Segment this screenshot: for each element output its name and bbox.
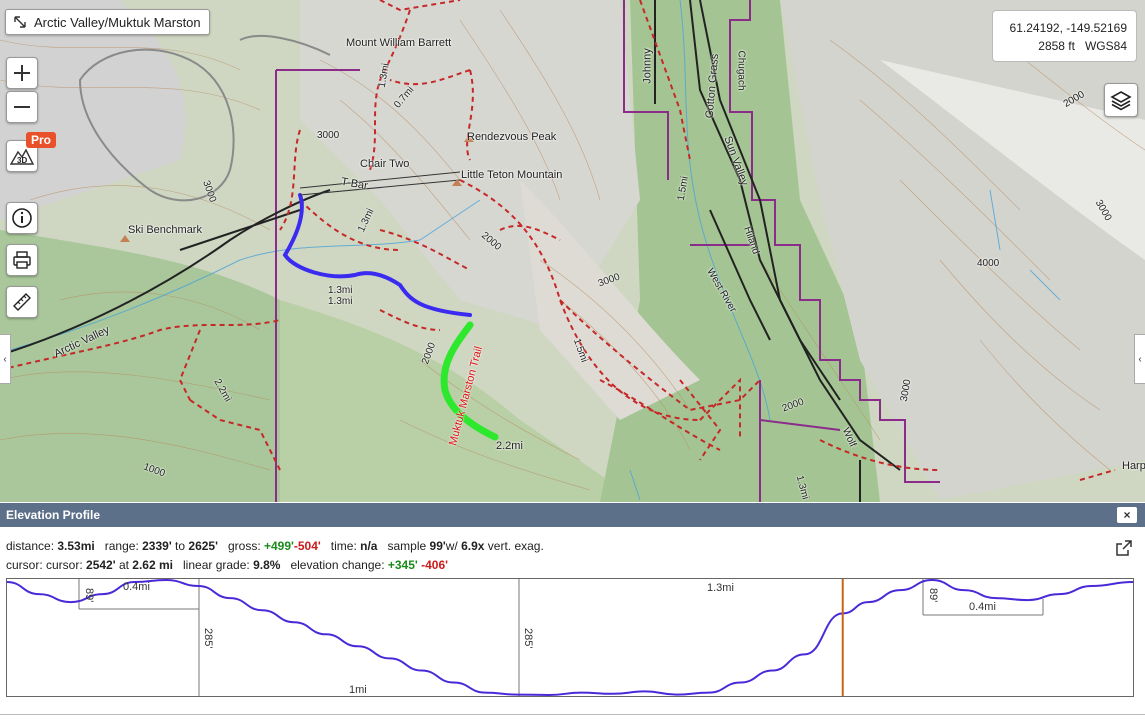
close-icon: ×	[1123, 508, 1131, 522]
elevation-profile-title: Elevation Profile	[6, 508, 101, 522]
profile-stats-line2: cursor: cursor: 2542' at 2.62 mi linear …	[6, 558, 448, 572]
label-johnny: Johnny	[641, 48, 654, 84]
cursor-label: cursor: cursor:	[6, 558, 83, 572]
minus-icon	[14, 106, 30, 108]
distance-value: 3.53mi	[57, 539, 95, 553]
chevron-left-icon: ‹	[3, 353, 7, 365]
vertical-label-2: 285'	[202, 628, 214, 649]
map-title: Arctic Valley/Muktuk Marston	[34, 14, 201, 30]
profile-stats-line1: distance: 3.53mi range: 2339' to 2625' g…	[6, 539, 544, 553]
segment-label-c: 1.3mi	[707, 582, 734, 594]
vertical-label-1: 89'	[83, 588, 95, 603]
zoom-in-button[interactable]	[6, 57, 38, 89]
range-to: to	[175, 539, 186, 553]
grade-label: linear grade:	[183, 558, 250, 572]
expand-arrow-icon	[14, 16, 26, 28]
segment-label-d: 0.4mi	[969, 601, 996, 613]
elevation-series-line	[7, 579, 1133, 696]
measure-button[interactable]	[6, 286, 38, 318]
label-rendezvous-peak: Rendezvous Peak	[467, 131, 557, 143]
chevron-left-icon: ‹	[1138, 353, 1142, 365]
info-icon	[12, 208, 32, 228]
label-chugach: Chugach	[735, 50, 747, 91]
contour-4000: 4000	[977, 258, 1000, 269]
elevation-profile-header: Elevation Profile ×	[0, 503, 1145, 527]
vert-label: w/	[445, 539, 458, 553]
label-ski-benchmark: Ski Benchmark	[128, 224, 202, 236]
vert-value: 6.9x	[461, 539, 485, 553]
coords-elevation: 2858 ft WGS84	[1038, 39, 1127, 53]
segment-label-b: 1mi	[349, 684, 367, 696]
right-panel-toggle[interactable]: ‹	[1134, 334, 1145, 384]
gross-label: gross:	[227, 539, 261, 553]
segment-label-a: 0.4mi	[123, 581, 150, 593]
label-chair-two: Chair Two	[360, 158, 410, 170]
close-profile-button[interactable]: ×	[1117, 507, 1137, 523]
time-label: time:	[330, 539, 357, 553]
grade-value: 9.8%	[253, 558, 281, 572]
range-label: range:	[104, 539, 139, 553]
distance-1-3mi-c: 1.3mi	[328, 285, 353, 296]
label-mount-william-barrett: Mount William Barrett	[346, 37, 452, 49]
elevation-chart-canvas	[7, 579, 1133, 696]
cursor-elevation: 2542'	[86, 558, 116, 572]
vertical-label-4: 89'	[927, 588, 939, 603]
label-little-teton: Little Teton Mountain	[461, 169, 563, 181]
plus-icon	[14, 65, 30, 81]
contour-3000-a: 3000	[317, 130, 340, 141]
vertical-label-3: 285'	[522, 628, 534, 649]
sample-value: 99'	[429, 539, 446, 553]
print-button[interactable]	[6, 244, 38, 276]
distance-1-3mi-d: 1.3mi	[328, 296, 353, 307]
label-harp: Harp	[1122, 460, 1145, 472]
pro-badge: Pro	[26, 132, 57, 148]
distance-label: distance:	[6, 539, 55, 553]
layers-button[interactable]	[1104, 83, 1138, 117]
layers-icon	[1110, 91, 1132, 111]
printer-icon	[13, 251, 31, 269]
bottom-border	[0, 714, 1145, 720]
map-canvas	[0, 0, 1145, 502]
map-title-button[interactable]: Arctic Valley/Muktuk Marston	[5, 9, 210, 35]
change-down: -406'	[421, 558, 448, 572]
time-value: n/a	[360, 539, 378, 553]
coords-latlon: 61.24192, -149.52169	[1009, 21, 1127, 35]
range-low: 2339'	[142, 539, 172, 553]
left-panel-toggle[interactable]: ‹	[0, 334, 11, 384]
change-up: +345'	[387, 558, 418, 572]
gross-down: -504'	[293, 539, 321, 553]
ruler-icon	[13, 293, 31, 311]
topo-map[interactable]: Mount William Barrett Rendezvous Peak Li…	[0, 0, 1145, 502]
change-label: elevation change:	[290, 558, 385, 572]
coordinates-readout: 61.24192, -149.52169 2858 ft WGS84	[992, 10, 1137, 62]
zoom-out-button[interactable]	[6, 91, 38, 123]
sample-label: sample	[387, 539, 427, 553]
gross-up: +499'	[264, 539, 294, 553]
distance-2-2mi-b: 2.2mi	[496, 440, 523, 452]
range-high: 2625'	[188, 539, 218, 553]
external-link-icon[interactable]	[1115, 539, 1133, 557]
info-button[interactable]	[6, 202, 38, 234]
cursor-at: at	[118, 558, 129, 572]
3d-label: 3D	[17, 156, 27, 165]
vert-suffix: vert. exag.	[487, 539, 544, 553]
elevation-chart[interactable]: 0.4mi 1mi 1.3mi 0.4mi 89' 285' 285' 89'	[6, 578, 1134, 697]
cursor-distance: 2.62 mi	[132, 558, 173, 572]
